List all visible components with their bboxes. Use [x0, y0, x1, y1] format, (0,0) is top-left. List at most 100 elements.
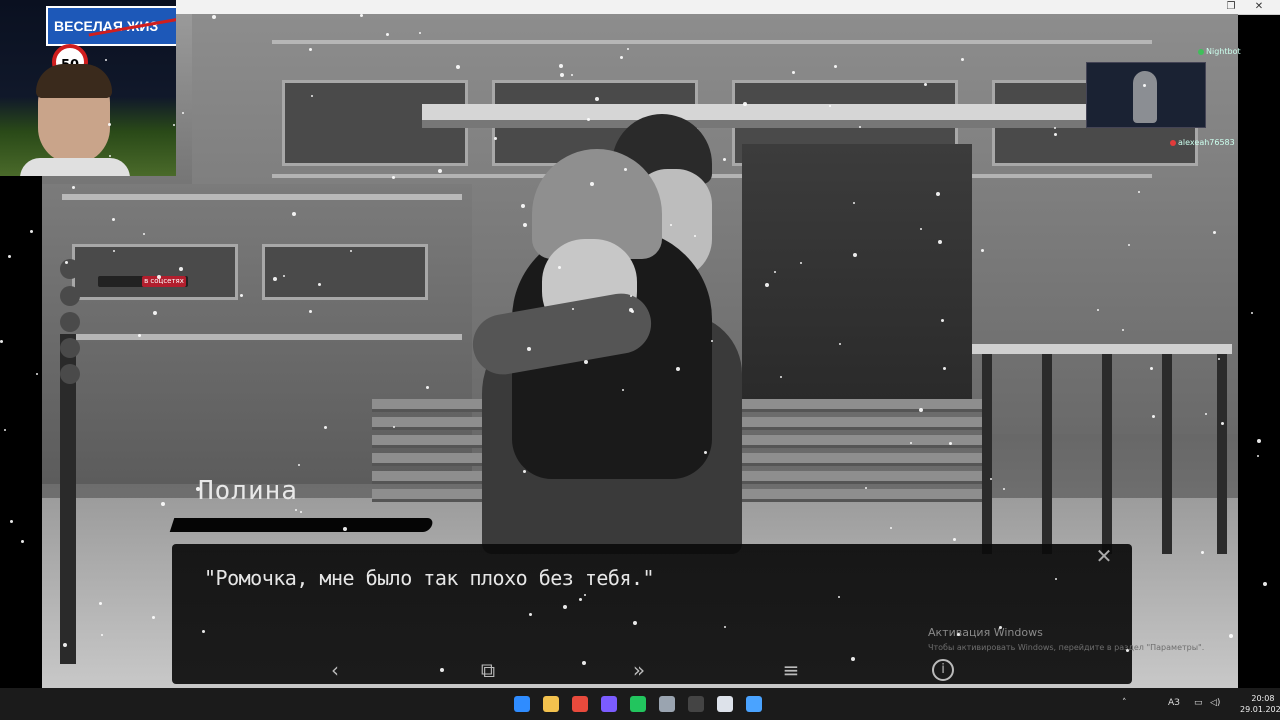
steam-icon[interactable]	[659, 696, 675, 712]
system-clock[interactable]: 20:08 29.01.2026	[1240, 693, 1280, 715]
menu-icon[interactable]: ≡	[778, 659, 804, 681]
snowflake	[620, 56, 623, 59]
save-icon[interactable]: ⧉	[475, 659, 501, 681]
snowflake	[295, 509, 297, 511]
snowflake	[4, 429, 6, 431]
side-button-3[interactable]	[60, 312, 80, 332]
chrome-icon[interactable]	[572, 696, 588, 712]
snowflake	[30, 230, 33, 233]
app-green-icon[interactable]	[630, 696, 646, 712]
volume-icon[interactable]: ◁)	[1210, 698, 1220, 708]
snowflake	[1128, 244, 1130, 246]
snowflake	[838, 596, 840, 598]
snowflake	[704, 451, 707, 454]
road-sign: ВЕСЕЛАЯ ЖИЗ	[46, 6, 176, 46]
windows-start-icon[interactable]	[514, 696, 530, 712]
snowflake	[560, 73, 564, 77]
info-icon[interactable]: i	[932, 659, 954, 681]
snowflake	[1150, 367, 1153, 370]
snowflake	[1257, 439, 1261, 443]
name-underline	[169, 518, 435, 532]
snowflake	[587, 118, 590, 121]
chevron-left-icon[interactable]: ‹	[322, 659, 348, 681]
snowflake	[936, 192, 940, 196]
snowflake	[8, 255, 11, 258]
snowflake	[143, 233, 145, 235]
snowflake	[579, 598, 582, 601]
entrance-doorway	[742, 144, 972, 404]
side-button-4[interactable]	[60, 338, 80, 358]
snowflake	[765, 283, 769, 287]
close-window-icon[interactable]: ✕	[1250, 0, 1268, 14]
snowflake	[953, 538, 956, 541]
snowflake	[1218, 358, 1220, 360]
snowflake	[1213, 231, 1216, 234]
restore-window-icon[interactable]: ❐	[1222, 0, 1240, 14]
snowflake	[292, 212, 296, 216]
streamer-shirt	[20, 158, 130, 176]
window-title-bar: ❐ ✕	[176, 0, 1280, 15]
snowflake	[943, 367, 946, 370]
fast-forward-icon[interactable]: »	[626, 659, 652, 681]
snowflake	[724, 626, 726, 628]
snowflake	[590, 182, 594, 186]
file-explorer-icon[interactable]	[543, 696, 559, 712]
snowflake	[890, 527, 892, 529]
snowflake	[723, 158, 726, 161]
chat-video-thumbnail	[1086, 62, 1206, 128]
snowflake	[572, 308, 574, 310]
app-blue-icon[interactable]	[746, 696, 762, 712]
social-badge-label: в соцсетях	[142, 276, 186, 287]
snowflake	[108, 123, 111, 126]
snowflake	[1097, 309, 1099, 311]
snowflake	[283, 275, 285, 277]
snowflake	[829, 105, 831, 107]
snowflake	[1054, 133, 1057, 136]
network-icon[interactable]: ▭	[1194, 698, 1203, 708]
dialog-box[interactable]	[172, 544, 1132, 684]
side-button-2[interactable]	[60, 286, 80, 306]
snowflake	[521, 204, 525, 208]
snowflake	[981, 249, 984, 252]
snowflake	[571, 74, 573, 76]
snowflake	[631, 310, 634, 313]
speaker-name: Полина	[198, 476, 298, 506]
close-icon[interactable]: ✕	[1092, 544, 1116, 568]
snowflake	[595, 97, 599, 101]
snowflake	[990, 478, 992, 480]
snowflake	[36, 373, 38, 375]
snowflake	[1003, 488, 1005, 490]
chat-username: alexeah76583	[1178, 138, 1235, 147]
snowflake	[298, 464, 300, 466]
windows-activation-watermark: Активация Windows Чтобы активировать Win…	[928, 626, 1204, 652]
snowflake	[440, 668, 444, 672]
chevron-up-icon[interactable]: ˄	[1122, 698, 1127, 708]
snowflake	[563, 605, 567, 609]
chat-user-1: Nightbot	[1198, 47, 1241, 56]
snowflake	[694, 235, 696, 237]
snowflake	[101, 634, 103, 636]
snowflake	[138, 334, 141, 337]
snowflake	[103, 28, 106, 31]
clock-date: 29.01.2026	[1240, 705, 1280, 714]
snowflake	[309, 48, 312, 51]
snowflake	[670, 224, 672, 226]
snowflake	[676, 367, 680, 371]
snowflake	[910, 442, 912, 444]
app-dark-icon[interactable]	[688, 696, 704, 712]
snowflake	[999, 626, 1002, 629]
language-indicator[interactable]: АЗ	[1168, 698, 1180, 708]
snowflake	[113, 250, 115, 252]
snowflake	[1122, 329, 1124, 331]
app-purple-icon[interactable]	[601, 696, 617, 712]
side-avatar-button[interactable]	[60, 259, 80, 279]
snowflake	[920, 228, 922, 230]
snowflake	[63, 643, 67, 647]
snowflake	[582, 661, 586, 665]
snowflake	[10, 520, 13, 523]
snowflake	[1251, 312, 1253, 314]
app-white-icon[interactable]	[717, 696, 733, 712]
user-badge-icon	[1198, 48, 1204, 55]
side-button-5[interactable]	[60, 364, 80, 384]
game-scene[interactable]: в соцсетях Полина "Ромочка, мне было так…	[42, 14, 1238, 688]
